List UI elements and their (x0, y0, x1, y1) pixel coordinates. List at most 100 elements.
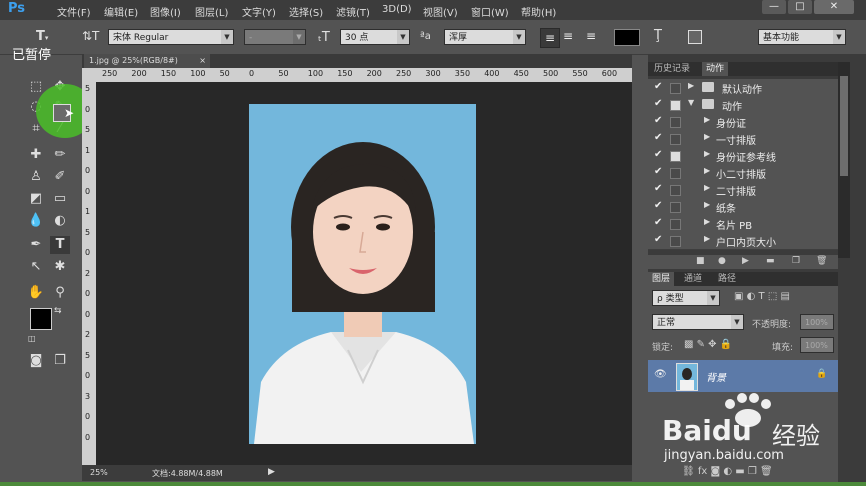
document-tab[interactable]: 1.jpg @ 25%(RGB/8#) × (84, 54, 210, 68)
canvas-area[interactable] (96, 82, 632, 465)
opacity-field[interactable]: 100% (800, 314, 834, 330)
font-family-select[interactable]: 宋体 Regular ▼ (108, 29, 234, 45)
stop-icon[interactable]: ■ (696, 256, 705, 266)
menu-view[interactable]: 视图(V) (423, 4, 458, 19)
info-menu-icon[interactable]: ▶ (268, 467, 275, 477)
lock-icons[interactable]: ▩ ✎ ✥ 🔒 (684, 339, 732, 350)
expand-right-icon[interactable]: ▶ (704, 200, 710, 209)
action-set-row[interactable]: ✔ ▶ 默认动作 (648, 79, 838, 97)
zoom-level[interactable]: 25% (90, 468, 108, 477)
tab-layers[interactable]: 图层 (648, 272, 675, 286)
layer-name[interactable]: 背景 (706, 369, 726, 384)
expand-right-icon[interactable]: ▶ (704, 166, 710, 175)
layer-row-background[interactable]: 👁 背景 🔒 (648, 360, 838, 392)
dialog-toggle-box[interactable] (670, 236, 681, 247)
action-enabled-check-icon[interactable]: ✔ (654, 166, 662, 177)
action-row[interactable]: ✔ ▶ 一寸排版 (648, 130, 838, 148)
action-enabled-check-icon[interactable]: ✔ (654, 183, 662, 194)
close-tab-icon[interactable]: × (199, 54, 206, 68)
menu-layer[interactable]: 图层(L) (195, 4, 228, 19)
align-center-icon[interactable]: ≡ (563, 29, 573, 43)
antialias-select[interactable]: 浑厚 ▼ (444, 29, 526, 45)
action-set-row[interactable]: ✔ ▼ 动作 (648, 96, 838, 114)
document-photo[interactable] (96, 82, 632, 465)
screen-mode-icon[interactable]: ❐ (50, 352, 70, 370)
dialog-toggle-box[interactable] (670, 100, 681, 111)
tab-paths[interactable]: 路径 (718, 272, 736, 286)
zoom-tool-icon[interactable]: ⚲ (50, 284, 70, 302)
blur-tool-icon[interactable]: 💧 (26, 212, 46, 230)
dialog-toggle-box[interactable] (670, 134, 681, 145)
pen-tool-icon[interactable]: ✒ (26, 236, 46, 254)
align-right-icon[interactable]: ≡ (586, 29, 596, 43)
dialog-toggle-box[interactable] (670, 219, 681, 230)
shape-tool-icon[interactable]: ✱ (50, 258, 70, 276)
new-action-icon[interactable]: ❐ (792, 256, 800, 266)
action-enabled-check-icon[interactable]: ✔ (654, 98, 662, 109)
action-row[interactable]: ✔ ▶ 小二寸排版 (648, 164, 838, 182)
workspace-select[interactable]: 基本功能 ▼ (758, 29, 846, 45)
scrollbar-thumb[interactable] (840, 76, 848, 176)
tab-history[interactable]: 历史记录 (650, 62, 694, 76)
expand-right-icon[interactable]: ▶ (704, 234, 710, 243)
dialog-toggle-box[interactable] (670, 151, 681, 162)
menu-edit[interactable]: 编辑(E) (104, 4, 138, 19)
font-size-select[interactable]: 30 点 ▼ (340, 29, 410, 45)
tab-channels[interactable]: 通道 (684, 272, 702, 286)
new-set-icon[interactable]: ▬ (766, 256, 775, 266)
dodge-tool-icon[interactable]: ◐ (50, 212, 70, 230)
record-icon[interactable]: ● (718, 256, 726, 266)
clone-stamp-tool-icon[interactable]: ♙ (26, 168, 46, 186)
tab-actions[interactable]: 动作 (702, 62, 729, 76)
history-brush-tool-icon[interactable]: ✐ (50, 168, 70, 186)
play-icon[interactable]: ▶ (742, 256, 749, 266)
expand-right-icon[interactable]: ▶ (704, 115, 710, 124)
expand-right-icon[interactable]: ▶ (704, 132, 710, 141)
gradient-tool-icon[interactable]: ▭ (50, 190, 70, 208)
menu-3d[interactable]: 3D(D) (382, 4, 412, 15)
default-colors-icon[interactable]: ◫ (28, 334, 36, 343)
action-row[interactable]: ✔ ▶ 名片 PB (648, 215, 838, 233)
fill-field[interactable]: 100% (800, 337, 834, 353)
filter-pixel-icon[interactable]: ▣ ◐ T ⬚ ▤ (734, 291, 790, 302)
action-row[interactable]: ✔ ▶ 二寸排版 (648, 181, 838, 199)
path-select-tool-icon[interactable]: ↖ (26, 258, 46, 276)
blend-mode-select[interactable]: 正常 ▼ (652, 314, 744, 330)
action-enabled-check-icon[interactable]: ✔ (654, 200, 662, 211)
maximize-button[interactable]: □ (788, 0, 812, 14)
expand-right-icon[interactable]: ▶ (704, 217, 710, 226)
font-style-select[interactable]: - ▼ (244, 29, 306, 45)
eraser-tool-icon[interactable]: ◩ (26, 190, 46, 208)
dialog-toggle-box[interactable] (670, 185, 681, 196)
brush-tool-icon[interactable]: ✏ (50, 146, 70, 164)
toggle-text-orientation-icon[interactable]: ⇅T (82, 29, 99, 43)
delete-action-icon[interactable]: 🗑 (816, 256, 827, 266)
visibility-eye-icon[interactable]: 👁 (654, 369, 667, 380)
action-enabled-check-icon[interactable]: ✔ (654, 81, 662, 92)
action-row[interactable]: ✔ ▶ 身份证参考线 (648, 147, 838, 165)
actions-scrollbar[interactable] (838, 62, 850, 258)
action-enabled-check-icon[interactable]: ✔ (654, 132, 662, 143)
dialog-toggle-box[interactable] (670, 168, 681, 179)
expand-right-icon[interactable]: ▶ (704, 183, 710, 192)
align-left-icon[interactable]: ≡ (540, 28, 560, 48)
healing-brush-tool-icon[interactable]: ✚ (26, 146, 46, 164)
dialog-toggle-box[interactable] (670, 83, 681, 94)
menu-window[interactable]: 窗口(W) (471, 4, 509, 19)
character-panel-icon[interactable] (688, 30, 702, 44)
layer-kind-filter[interactable]: ρ 类型 ▼ (652, 290, 720, 306)
type-tool-preset-icon[interactable]: T▾ (36, 29, 48, 44)
action-enabled-check-icon[interactable]: ✔ (654, 217, 662, 228)
type-tool-icon[interactable]: T (50, 236, 70, 254)
menu-filter[interactable]: 滤镜(T) (336, 4, 370, 19)
menu-file[interactable]: 文件(F) (57, 4, 91, 19)
warp-text-icon[interactable]: Ţ (654, 28, 662, 43)
menu-image[interactable]: 图像(I) (150, 4, 181, 19)
hand-tool-icon[interactable]: ✋ (26, 284, 46, 302)
action-row[interactable]: ✔ ▶ 纸条 (648, 198, 838, 216)
action-enabled-check-icon[interactable]: ✔ (654, 234, 662, 245)
swap-colors-icon[interactable]: ⇆ (54, 306, 62, 316)
text-color-swatch[interactable] (614, 29, 640, 46)
quick-mask-icon[interactable]: ◙ (26, 352, 46, 370)
foreground-color-swatch[interactable] (30, 308, 52, 330)
